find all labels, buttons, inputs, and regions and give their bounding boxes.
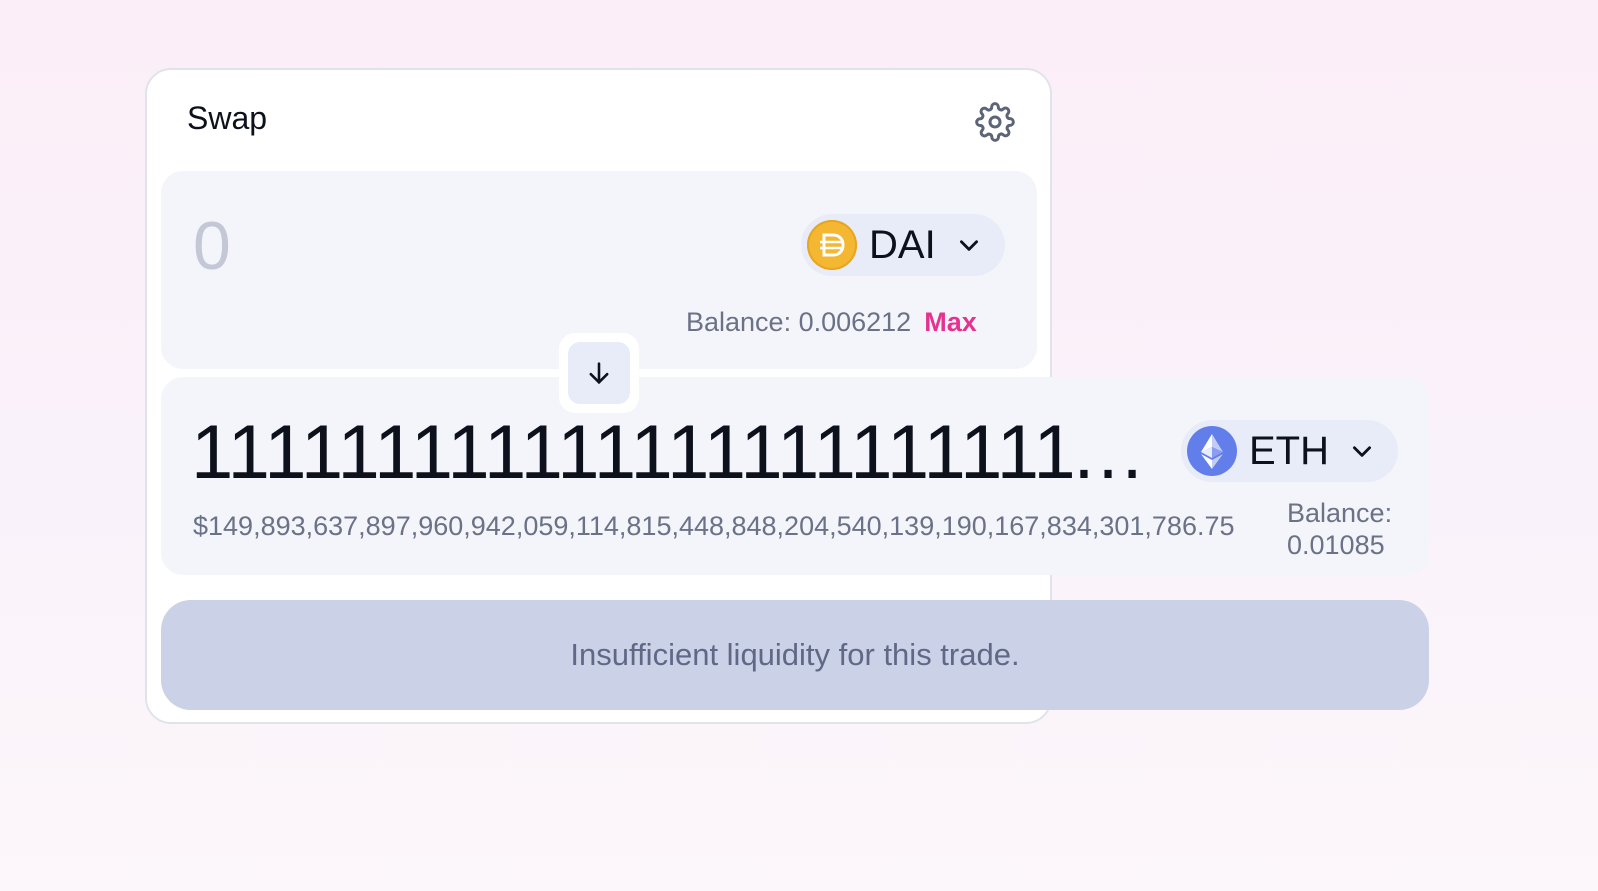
input-token-selector[interactable]: DAI (801, 214, 1005, 276)
output-token-panel: 1111111111111111111111111111111111111111… (161, 377, 1429, 575)
output-balance-value: 0.01085 (1287, 530, 1385, 560)
gear-icon (975, 102, 1015, 142)
output-token-selector[interactable]: ETH (1181, 420, 1398, 482)
output-token-symbol: ETH (1249, 428, 1329, 473)
switch-tokens-button[interactable] (568, 342, 630, 404)
input-balance-row: Balance: 0.006212 Max (686, 307, 977, 338)
arrow-down-icon (589, 362, 609, 384)
chevron-down-icon (956, 232, 982, 258)
input-token-symbol: DAI (869, 222, 936, 267)
usd-value: $149,893,637,897,960,942,059,114,815,448… (193, 511, 1235, 541)
output-balance: Balance: 0.01085 (1287, 497, 1392, 561)
dai-token-icon (807, 220, 857, 270)
input-amount-field[interactable] (193, 207, 753, 285)
input-balance: Balance: 0.006212 (686, 307, 912, 337)
eth-token-icon (1187, 426, 1237, 476)
output-balance-label: Balance: (1287, 498, 1393, 528)
page-title: Swap (187, 100, 268, 136)
settings-button[interactable] (973, 100, 1017, 144)
swap-action-button[interactable]: Insufficient liquidity for this trade. (161, 600, 1429, 710)
switch-button-wrapper (559, 333, 639, 413)
output-amount-field[interactable]: 1111111111111111111111111111111111111111… (191, 409, 1157, 496)
max-button[interactable]: Max (924, 307, 977, 338)
chevron-down-icon (1349, 438, 1375, 464)
